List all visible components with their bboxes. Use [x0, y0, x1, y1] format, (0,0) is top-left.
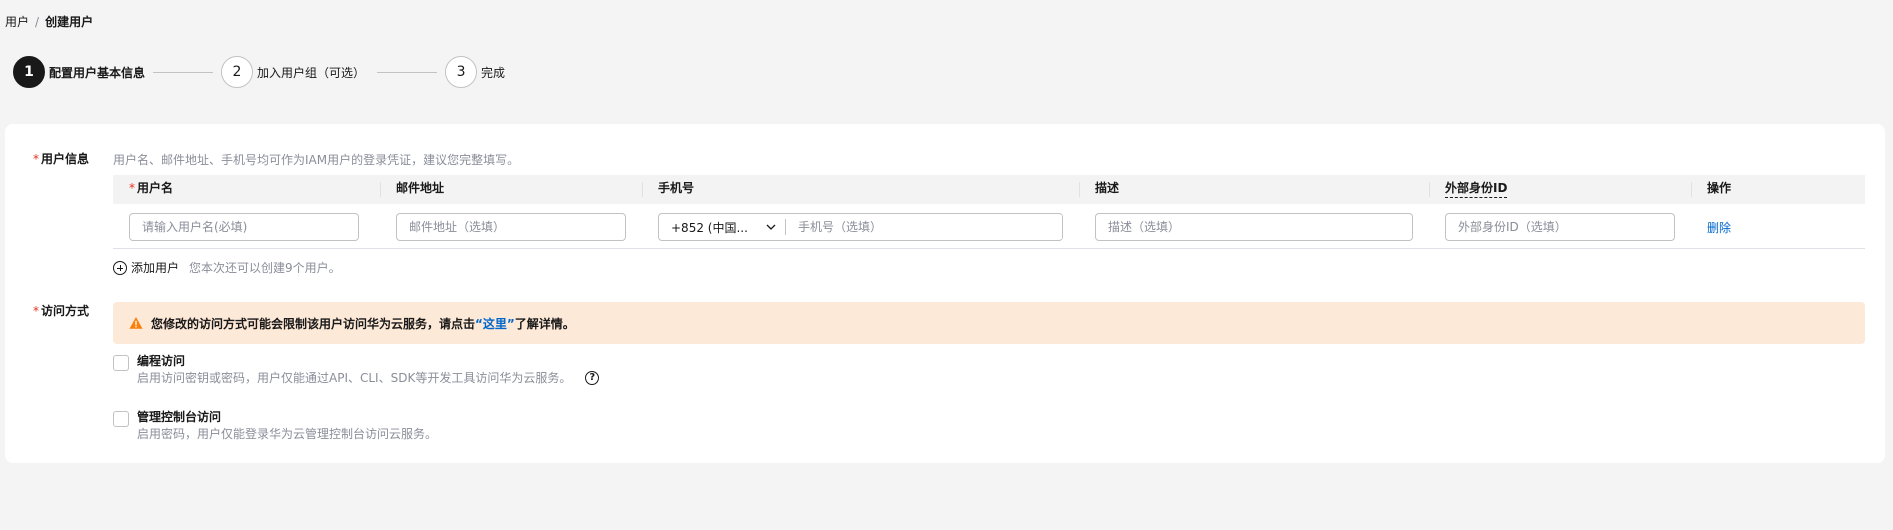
column-header-username: * 用户名: [129, 181, 174, 195]
column-header-email: 邮件地址: [380, 175, 444, 204]
email-input[interactable]: [396, 213, 626, 241]
user-info-label: * 用户信息: [33, 152, 90, 166]
help-icon[interactable]: ?: [585, 371, 600, 385]
step-1-circle: 1: [13, 56, 45, 88]
access-mode-label: * 访问方式: [33, 304, 90, 318]
option-console-access: 管理控制台访问 启用密码，用户仅能登录华为云管理控制台访问云服务。: [113, 409, 437, 443]
country-code-value: +852 (中国...: [671, 220, 748, 235]
console-access-checkbox[interactable]: [113, 411, 129, 427]
step-connector: [377, 71, 438, 73]
external-id-input[interactable]: [1445, 213, 1675, 241]
breadcrumb: 用户 / 创建用户: [5, 13, 93, 30]
step-2-circle: 2: [221, 56, 254, 88]
option-programmatic-access: 编程访问 启用访问密钥或密码，用户仅能通过API、CLI、SDK等开发工具访问华…: [113, 353, 600, 387]
column-header-external-id[interactable]: 外部身份ID: [1429, 175, 1508, 198]
table-row: +852 (中国... 删除: [113, 204, 1865, 249]
country-code-select[interactable]: +852 (中国...: [659, 219, 785, 236]
phone-field-group: +852 (中国...: [658, 213, 1063, 241]
stepper: 1 配置用户基本信息 2 加入用户组（可选） 3 完成: [13, 56, 505, 88]
option-desc: 启用访问密钥或密码，用户仅能通过API、CLI、SDK等开发工具访问华为云服务。: [137, 371, 572, 385]
breadcrumb-current: 创建用户: [45, 15, 94, 29]
step-1-label: 配置用户基本信息: [49, 65, 146, 80]
add-user-hint: 您本次还可以创建9个用户。: [189, 261, 341, 275]
description-input[interactable]: [1095, 213, 1413, 241]
option-desc-wrapper: 启用访问密钥或密码，用户仅能通过API、CLI、SDK等开发工具访问华为云服务。…: [137, 369, 600, 387]
option-title: 管理控制台访问: [137, 410, 222, 424]
delete-button[interactable]: 删除: [1707, 219, 1731, 236]
warning-icon: [129, 317, 143, 329]
add-user-button[interactable]: 添加用户: [131, 259, 179, 276]
step-connector: [153, 71, 214, 73]
step-2-label: 加入用户组（可选）: [257, 65, 366, 80]
table-header: * 用户名 邮件地址 手机号 描述 外部身份ID 操作: [113, 175, 1865, 204]
alert-suffix: 了解详情。: [514, 316, 575, 331]
column-header-phone: 手机号: [642, 175, 694, 204]
option-desc: 启用密码，用户仅能登录华为云管理控制台访问云服务。: [137, 427, 438, 441]
user-info-hint: 用户名、邮件地址、手机号均可作为IAM用户的登录凭证，建议您完整填写。: [113, 153, 520, 167]
warning-alert: 您修改的访问方式可能会限制该用户访问华为云服务，请点击 “这里” 了解详情。: [113, 302, 1865, 344]
breadcrumb-separator: /: [35, 15, 40, 29]
username-input[interactable]: [129, 213, 359, 241]
option-title: 编程访问: [137, 354, 186, 368]
chevron-down-icon: [766, 224, 776, 230]
alert-link[interactable]: “这里”: [475, 315, 515, 332]
user-table: *用户名 邮件地址 手机号 描述 外部身份ID 操作 +852 (中国... 删…: [113, 175, 1865, 249]
column-header-description: 描述: [1079, 175, 1119, 204]
phone-input[interactable]: [786, 215, 1062, 239]
breadcrumb-parent[interactable]: 用户: [5, 15, 29, 29]
form-card: * 用户信息 用户名、邮件地址、手机号均可作为IAM用户的登录凭证，建议您完整填写…: [5, 124, 1885, 463]
programmatic-access-checkbox[interactable]: [113, 355, 129, 371]
column-header-action: 操作: [1691, 175, 1731, 204]
alert-text: 您修改的访问方式可能会限制该用户访问华为云服务，请点击: [151, 316, 476, 331]
step-3-circle: 3: [445, 56, 478, 88]
add-user-row: 添加用户 您本次还可以创建9个用户。: [113, 259, 341, 276]
add-circle-icon[interactable]: [113, 260, 127, 275]
step-3-label: 完成: [481, 65, 506, 80]
